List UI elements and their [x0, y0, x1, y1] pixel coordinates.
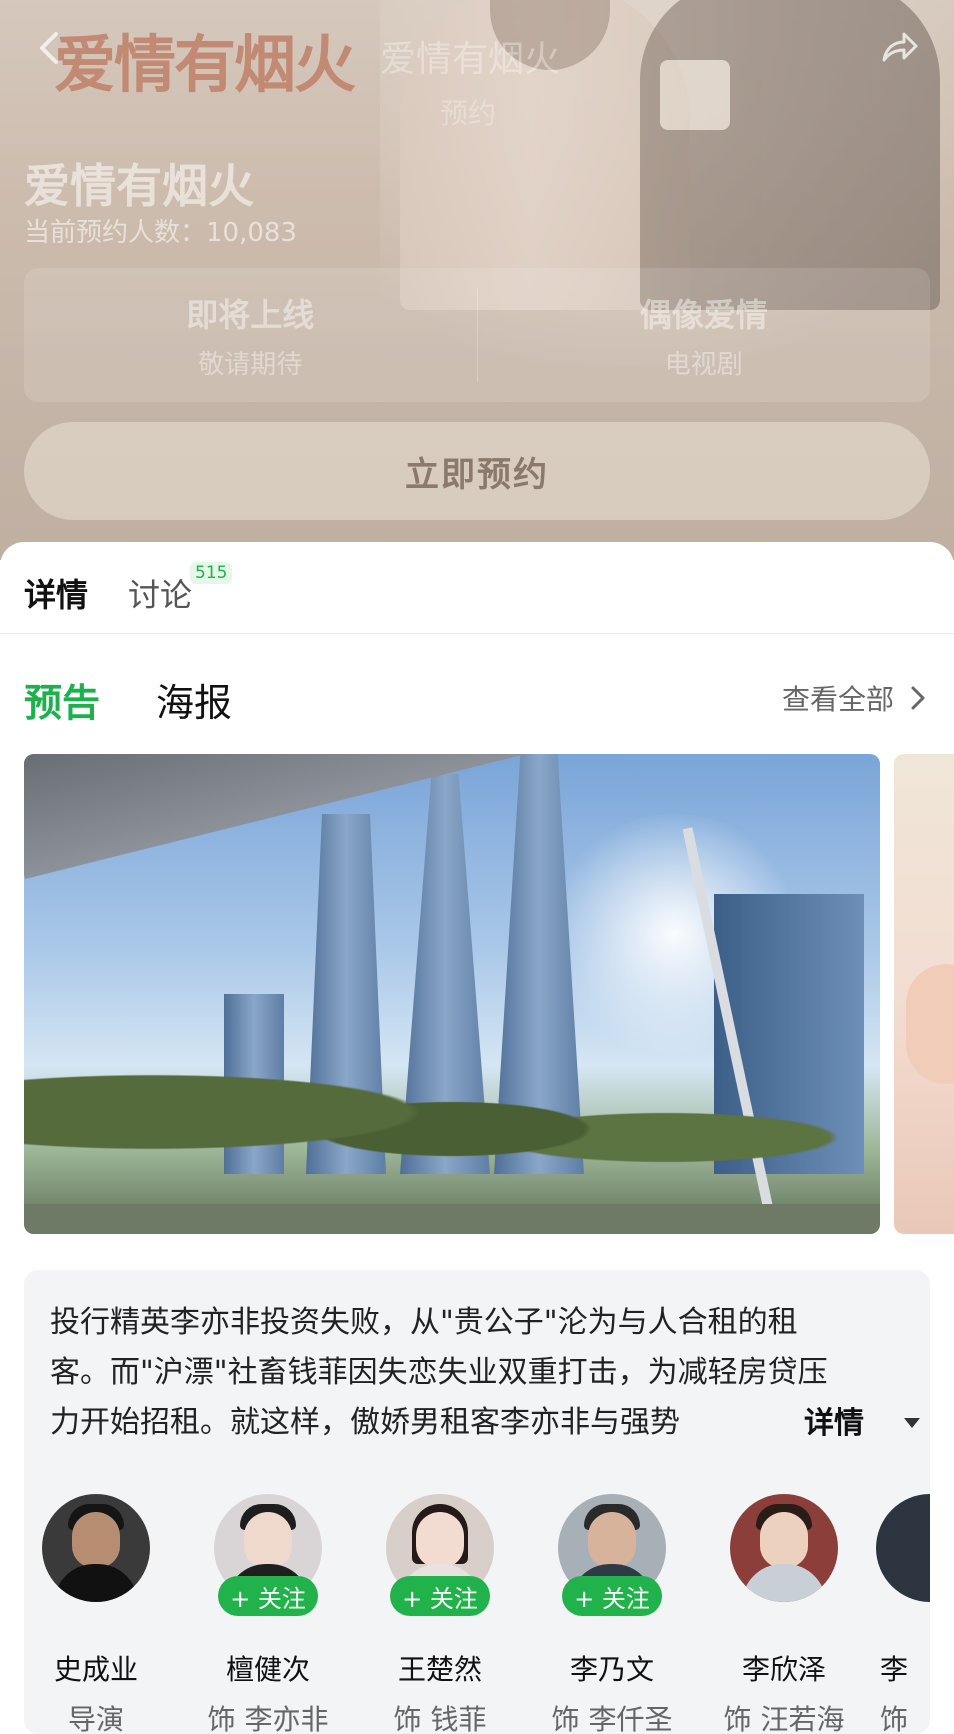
release-status-main: 即将上线	[186, 295, 315, 334]
cast-member[interactable]: + 关注 李乃文 饰 李仟圣	[532, 1494, 692, 1734]
back-icon[interactable]	[32, 30, 68, 66]
cast-role: 饰 钱菲	[393, 1703, 487, 1734]
genre-sub: 电视剧	[664, 349, 743, 380]
caret-down-icon[interactable]	[902, 1416, 922, 1430]
genre-info: 偶像爱情 电视剧	[478, 268, 931, 402]
cast-member[interactable]: + 关注 檀健次 饰 李亦非	[188, 1494, 348, 1734]
chevron-right-icon[interactable]	[908, 684, 928, 712]
detail-tabbar: 详情 讨论 515	[0, 542, 954, 634]
content-panel: 详情 讨论 515 预告 海报 查看全部 投行精英李亦非投资失败，从"贵公子"沦…	[0, 542, 954, 1734]
cast-name: 李乃文	[569, 1653, 654, 1686]
follow-button[interactable]: + 关注	[218, 1576, 318, 1616]
next-media-thumbnail[interactable]	[894, 754, 954, 1234]
tab-trailer[interactable]: 预告	[24, 672, 100, 727]
reserve-count: 当前预约人数：10,083	[24, 218, 297, 248]
follow-button[interactable]: + 关注	[562, 1576, 662, 1616]
cast-role: 饰 李仟圣	[551, 1703, 673, 1734]
cast-role: 饰 汪若海	[723, 1703, 845, 1734]
genre-main: 偶像爱情	[639, 295, 768, 334]
cast-member[interactable]: 李 饰	[876, 1494, 930, 1734]
cast-name: 李欣泽	[741, 1653, 826, 1686]
show-logo: 爱情有烟火	[54, 28, 356, 101]
show-header: 爱情有烟火 爱情有烟火 预约 爱情有烟火 当前预约人数：10,083 即将上线 …	[0, 0, 954, 560]
discuss-count-badge: 515	[190, 562, 233, 584]
show-info-box: 即将上线 敬请期待 偶像爱情 电视剧	[24, 268, 930, 402]
follow-button[interactable]: + 关注	[390, 1576, 490, 1616]
synopsis-expand-button[interactable]: 详情	[804, 1398, 864, 1442]
cast-member[interactable]: 李欣泽 饰 汪若海	[704, 1494, 864, 1734]
trailer-video-thumbnail[interactable]	[24, 754, 880, 1234]
cast-name: 李	[880, 1653, 909, 1686]
reserve-button[interactable]: 立即预约	[24, 422, 930, 520]
cast-name: 王楚然	[397, 1653, 482, 1686]
avatar	[42, 1494, 150, 1602]
show-title: 爱情有烟火	[24, 159, 254, 213]
nav-ghost-subtitle: 预约	[440, 97, 497, 130]
cast-role: 导演	[67, 1703, 124, 1734]
nav-ghost-title: 爱情有烟火	[380, 39, 561, 80]
synopsis-card: 投行精英李亦非投资失败，从"贵公子"沦为与人合租的租客。而"沪漂"社畜钱菲因失恋…	[24, 1270, 930, 1734]
share-icon[interactable]	[878, 28, 918, 68]
cast-name: 檀健次	[225, 1653, 310, 1686]
view-all-link[interactable]: 查看全部	[782, 678, 894, 718]
cast-member[interactable]: 史成业 导演	[16, 1494, 176, 1734]
tab-poster[interactable]: 海报	[156, 672, 232, 727]
tab-detail[interactable]: 详情	[24, 570, 88, 616]
avatar	[876, 1494, 930, 1602]
cast-role: 饰	[880, 1703, 909, 1734]
cast-member[interactable]: + 关注 王楚然 饰 钱菲	[360, 1494, 520, 1734]
tab-discuss[interactable]: 讨论	[128, 570, 192, 616]
cast-role: 饰 李亦非	[207, 1703, 329, 1734]
cast-name: 史成业	[53, 1653, 138, 1686]
avatar	[730, 1494, 838, 1602]
release-status: 即将上线 敬请期待	[24, 268, 477, 402]
release-status-sub: 敬请期待	[198, 349, 303, 380]
